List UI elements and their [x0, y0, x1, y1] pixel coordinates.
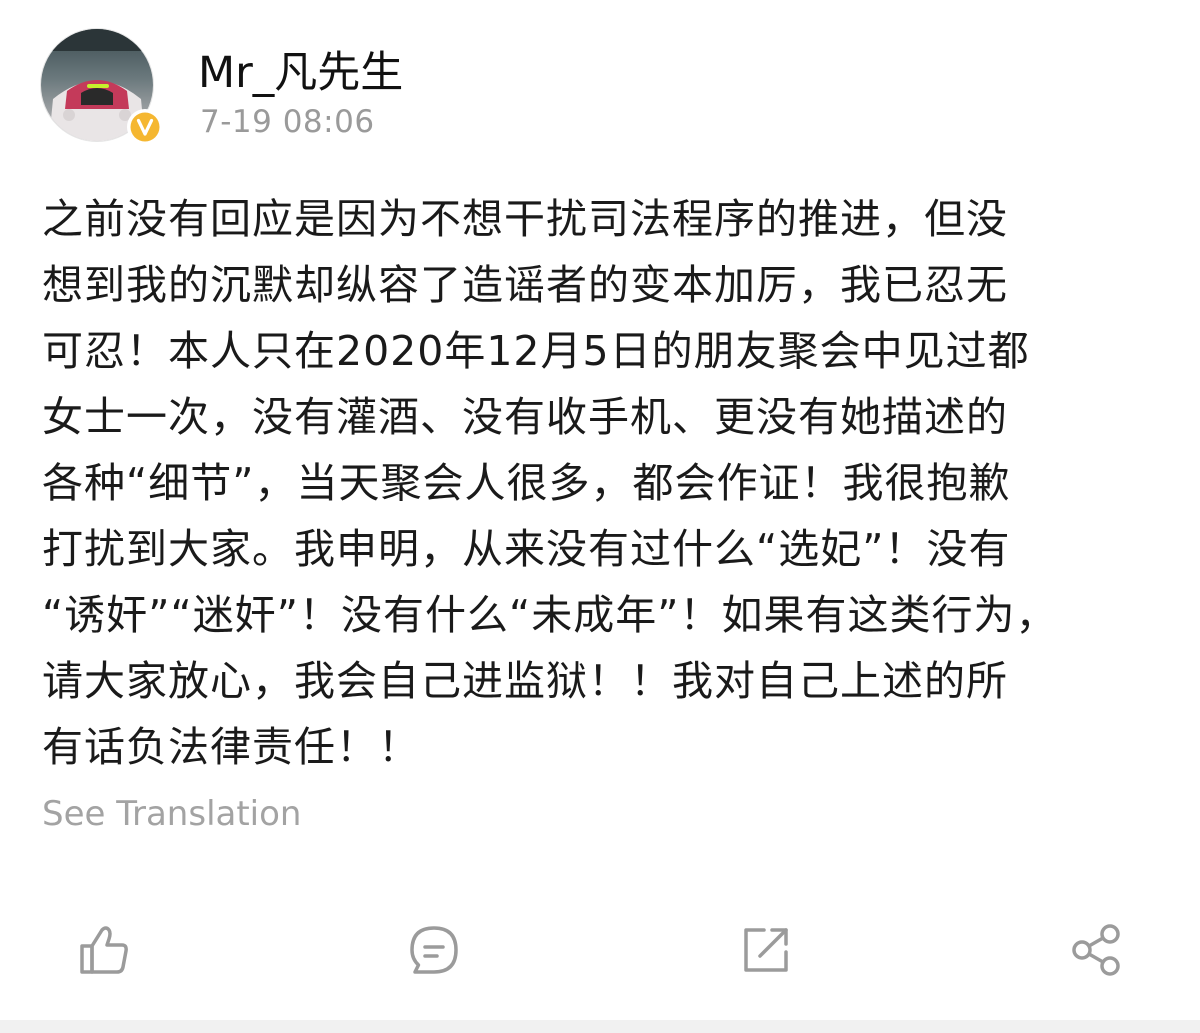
repost-button[interactable]: [736, 920, 796, 980]
content-line: 女士一次，没有灌酒、没有收手机、更没有她描述的: [42, 393, 1008, 441]
see-translation-link[interactable]: See Translation: [42, 794, 301, 834]
username[interactable]: Mr_凡先生: [198, 38, 403, 100]
content-line: 打扰到大家。我申明，从来没有过什么“选妃”！没有: [42, 525, 1011, 573]
weibo-post: Mr_凡先生 7-19 08:06 之前没有回应是因为不想干扰司法程序的推进，但…: [0, 0, 1200, 1033]
repost-arrow-icon: [744, 928, 788, 972]
comment-button[interactable]: [404, 920, 464, 980]
comment-bubble-icon: [410, 926, 458, 974]
share-button[interactable]: [1066, 920, 1126, 980]
action-bar: [0, 920, 1200, 980]
avatar-container[interactable]: [40, 28, 163, 146]
bottom-divider: [0, 1020, 1200, 1033]
content-line: 之前没有回应是因为不想干扰司法程序的推进，但没: [42, 195, 1008, 243]
post-content: 之前没有回应是因为不想干扰司法程序的推进，但没 想到我的沉默却纵容了造谣者的变本…: [42, 186, 1162, 780]
content-line: 想到我的沉默却纵容了造谣者的变本加厉，我已忍无: [42, 261, 1008, 309]
content-line: 可忍！本人只在2020年12月5日的朋友聚会中见过都: [42, 327, 1030, 375]
like-button[interactable]: [74, 920, 134, 980]
post-timestamp: 7-19 08:06: [200, 104, 375, 140]
content-line: 各种“细节”，当天聚会人很多，都会作证！我很抱歉: [42, 459, 1011, 507]
verified-badge-icon: [126, 108, 164, 146]
content-line: “诱奸”“迷奸”！没有什么“未成年”！如果有这类行为，: [42, 591, 1058, 639]
content-line: 请大家放心，我会自己进监狱！！我对自己上述的所: [42, 657, 1008, 705]
content-line: 有话负法律责任！！: [42, 723, 420, 771]
share-nodes-icon: [1072, 924, 1120, 976]
thumbs-up-icon: [80, 926, 128, 974]
